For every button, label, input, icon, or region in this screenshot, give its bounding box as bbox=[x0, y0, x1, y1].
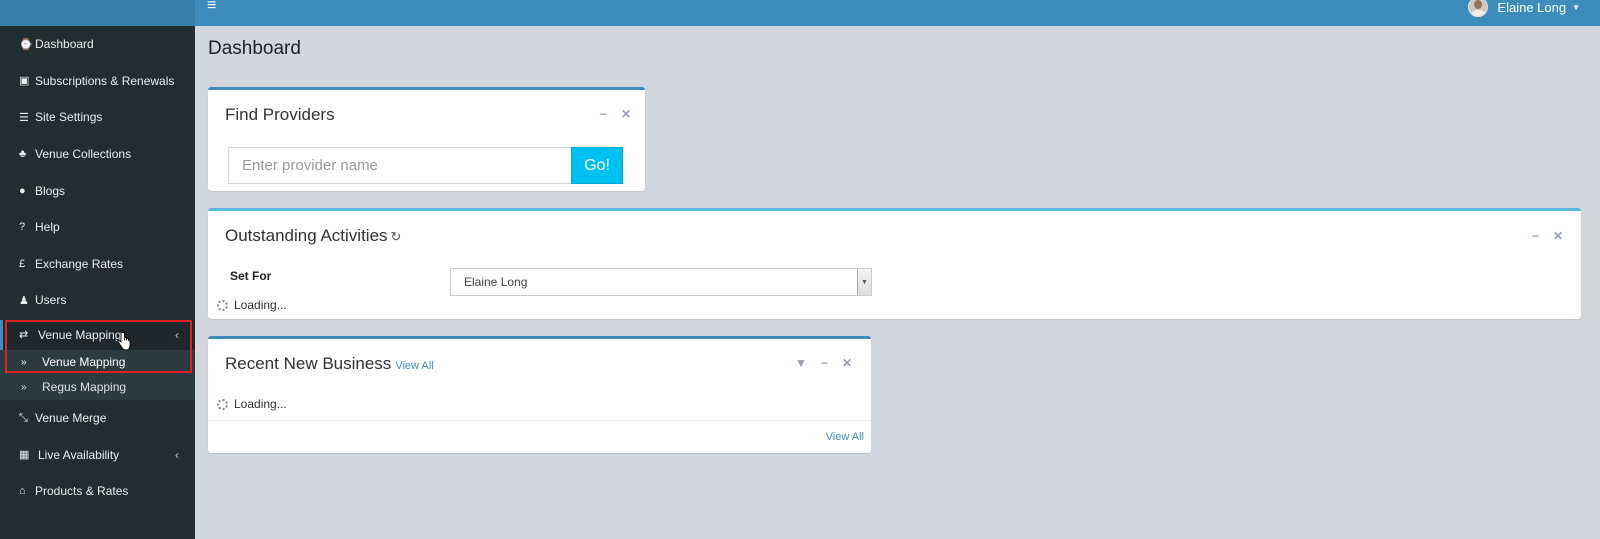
minimize-icon[interactable]: − bbox=[821, 356, 828, 370]
submenu-item-label: Regus Mapping bbox=[42, 380, 127, 395]
sidebar-item-label: Venue Mapping bbox=[38, 327, 122, 342]
sidebar-item-exchange-rates[interactable]: £ Exchange Rates bbox=[0, 246, 195, 283]
spinner-icon bbox=[217, 398, 228, 410]
main-content: Dashboard Find Providers − ✕ Go! Outstan… bbox=[195, 26, 1600, 539]
loading-indicator: Loading... bbox=[217, 397, 287, 411]
sidebar-item-venue-collections[interactable]: ♣ Venue Collections bbox=[0, 136, 195, 173]
page-title: Dashboard bbox=[208, 38, 301, 59]
sidebar-item-dashboard[interactable]: ⌚ Dashboard bbox=[0, 26, 195, 63]
chevron-left-icon: ‹ bbox=[175, 327, 179, 342]
user-icon: ♟ bbox=[19, 294, 29, 307]
box-title: Outstanding Activities bbox=[225, 226, 388, 245]
sitemap-icon: ♣ bbox=[19, 148, 27, 161]
venue-mapping-submenu: » Venue Mapping » Regus Mapping bbox=[0, 349, 195, 400]
sidebar: ⌚ Dashboard ▣ Subscriptions & Renewals ☰… bbox=[0, 26, 195, 539]
submenu-item-label: Venue Mapping bbox=[42, 355, 126, 370]
sidebar-item-label: Venue Collections bbox=[35, 147, 132, 162]
money-icon: ▣ bbox=[19, 75, 30, 88]
spinner-icon bbox=[217, 299, 228, 311]
loading-indicator: Loading... bbox=[217, 298, 287, 312]
minimize-icon[interactable]: − bbox=[1532, 229, 1539, 243]
box-tools: − ✕ bbox=[1532, 229, 1563, 243]
logo-area bbox=[0, 0, 195, 26]
sidebar-item-label: Dashboard bbox=[35, 37, 94, 52]
box-title-wrap: Recent New Business View All bbox=[225, 354, 434, 374]
sidebar-item-users[interactable]: ♟ Users bbox=[0, 282, 195, 319]
sidebar-item-site-settings[interactable]: ☰ Site Settings bbox=[0, 99, 195, 136]
sidebar-item-blogs[interactable]: ● Blogs bbox=[0, 172, 195, 209]
caret-down-icon: ▼ bbox=[1572, 2, 1580, 12]
go-button[interactable]: Go! bbox=[571, 147, 623, 184]
sidebar-item-label: Site Settings bbox=[35, 110, 103, 125]
submenu-item-regus-mapping[interactable]: » Regus Mapping bbox=[0, 375, 195, 400]
close-icon[interactable]: ✕ bbox=[1553, 229, 1563, 243]
sidebar-item-live-availability[interactable]: ▦ Live Availability ‹ bbox=[0, 436, 195, 473]
filter-icon[interactable]: ▼ bbox=[795, 356, 807, 370]
comment-icon: ● bbox=[19, 184, 26, 197]
select-value: Elaine Long bbox=[464, 275, 528, 289]
sidebar-item-label: Help bbox=[35, 220, 60, 235]
hand-cursor-icon bbox=[117, 332, 131, 351]
list-icon: ☰ bbox=[19, 111, 29, 124]
exchange-icon: ⇄ bbox=[19, 329, 29, 342]
sidebar-item-label: Live Availability bbox=[38, 447, 120, 462]
calendar-icon: ▦ bbox=[19, 449, 30, 462]
user-name: Elaine Long bbox=[1497, 0, 1567, 15]
dropdown-arrow-icon[interactable]: ▼ bbox=[857, 269, 871, 295]
sidebar-item-label: Blogs bbox=[35, 183, 66, 198]
set-for-select[interactable]: Elaine Long ▼ bbox=[450, 268, 872, 296]
pound-icon: £ bbox=[19, 257, 26, 270]
double-chevron-icon: » bbox=[21, 381, 27, 393]
box-tools: − ✕ bbox=[600, 107, 631, 121]
loading-text: Loading... bbox=[234, 298, 287, 312]
view-all-footer-link[interactable]: View All bbox=[826, 431, 864, 443]
outstanding-activities-box: Outstanding Activities ↻ − ✕ Set For Elai… bbox=[208, 208, 1581, 319]
provider-search-input[interactable] bbox=[228, 147, 571, 184]
box-title: Recent New Business bbox=[225, 354, 392, 373]
compress-icon: ⤡ bbox=[19, 411, 28, 424]
avatar bbox=[1468, 0, 1489, 17]
dashboard-icon: ⌚ bbox=[19, 38, 33, 51]
set-for-label: Set For bbox=[230, 269, 272, 283]
user-menu[interactable]: Elaine Long ▼ bbox=[1468, 0, 1580, 17]
hamburger-icon[interactable]: ≡ bbox=[207, 0, 216, 14]
sidebar-item-venue-mapping[interactable]: ⇄ Venue Mapping ‹ bbox=[0, 319, 195, 350]
box-title-wrap: Outstanding Activities ↻ bbox=[225, 226, 401, 246]
sidebar-item-subscriptions[interactable]: ▣ Subscriptions & Renewals bbox=[0, 63, 195, 100]
close-icon[interactable]: ✕ bbox=[842, 356, 852, 370]
refresh-icon[interactable]: ↻ bbox=[391, 229, 402, 244]
box-title: Find Providers bbox=[225, 105, 335, 124]
sidebar-item-help[interactable]: ? Help bbox=[0, 209, 195, 246]
sidebar-item-label: Venue Merge bbox=[35, 411, 107, 426]
find-providers-box: Find Providers − ✕ Go! bbox=[208, 87, 645, 191]
box-footer bbox=[208, 420, 871, 421]
sidebar-item-label: Products & Rates bbox=[35, 484, 129, 499]
close-icon[interactable]: ✕ bbox=[621, 107, 631, 121]
sidebar-item-label: Users bbox=[35, 293, 67, 308]
submenu-item-venue-mapping[interactable]: » Venue Mapping bbox=[0, 350, 195, 375]
sidebar-item-label: Exchange Rates bbox=[35, 256, 124, 271]
sidebar-item-label: Subscriptions & Renewals bbox=[35, 73, 175, 88]
chevron-left-icon: ‹ bbox=[175, 447, 179, 462]
loading-text: Loading... bbox=[234, 397, 287, 411]
minimize-icon[interactable]: − bbox=[600, 107, 607, 121]
question-icon: ? bbox=[19, 221, 26, 234]
recent-new-business-box: Recent New Business View All ▼ − ✕ Loadin… bbox=[208, 336, 871, 453]
double-chevron-icon: » bbox=[21, 356, 27, 368]
view-all-header-link[interactable]: View All bbox=[395, 360, 433, 372]
sidebar-item-venue-merge[interactable]: ⤡ Venue Merge bbox=[0, 400, 195, 437]
basket-icon: ⌂ bbox=[19, 485, 26, 498]
top-navbar: ≡ Elaine Long ▼ bbox=[195, 0, 1600, 26]
box-tools: ▼ − ✕ bbox=[795, 356, 852, 370]
sidebar-item-products-rates[interactable]: ⌂ Products & Rates bbox=[0, 473, 195, 510]
